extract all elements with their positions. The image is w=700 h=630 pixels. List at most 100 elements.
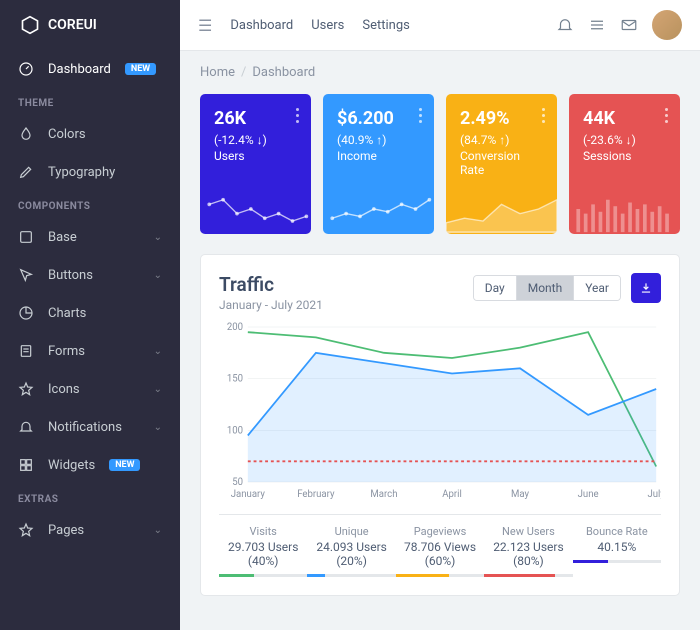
sidebar-item-charts[interactable]: Charts <box>0 294 180 332</box>
sidebar-item-typography[interactable]: Typography <box>0 153 180 191</box>
speedometer-icon <box>18 61 34 77</box>
badge-new: NEW <box>109 459 140 471</box>
card-value: $6.200 <box>337 108 420 129</box>
stat-value: 24.093 Users (20%) <box>307 540 395 568</box>
list-icon[interactable] <box>588 16 606 34</box>
sidebar-item-pages[interactable]: Pages ⌄ <box>0 511 180 549</box>
breadcrumb-current: Dashboard <box>252 65 315 80</box>
sidebar-item-label: Dashboard <box>48 62 111 77</box>
sidebar-item-label: Colors <box>48 127 86 142</box>
stat-item: New Users 22.123 Users (80%) <box>484 525 572 577</box>
card-menu-icon[interactable] <box>296 108 299 123</box>
sidebar-item-base[interactable]: Base ⌄ <box>0 218 180 256</box>
stat-item: Visits 29.703 Users (40%) <box>219 525 307 577</box>
sparkline-bars <box>569 184 680 234</box>
sidebar-item-label: Charts <box>48 306 86 321</box>
sidebar-item-label: Base <box>48 230 77 245</box>
sidebar: COREUI Dashboard NEW THEME Colors Typogr… <box>0 0 180 630</box>
sidebar-section-extras: EXTRAS <box>0 484 180 511</box>
card-delta: (-12.4% ↓) <box>214 133 297 147</box>
sidebar-section-theme: THEME <box>0 88 180 115</box>
badge-new: NEW <box>125 63 156 75</box>
range-day-button[interactable]: Day <box>474 276 516 300</box>
panel-period: January - July 2021 <box>219 298 323 312</box>
card-conversion: 2.49% (84.7% ↑) Conversion Rate <box>446 94 557 234</box>
svg-text:January: January <box>231 489 266 500</box>
sidebar-item-colors[interactable]: Colors <box>0 115 180 153</box>
content: 26K (-12.4% ↓) Users $6.200 (40.9% ↑) In… <box>180 94 700 630</box>
chevron-down-icon: ⌄ <box>154 422 162 433</box>
sidebar-item-forms[interactable]: Forms⌄ <box>0 332 180 370</box>
topnav-users[interactable]: Users <box>311 18 344 33</box>
topnav-settings[interactable]: Settings <box>362 18 409 33</box>
stat-label: Visits <box>219 525 307 538</box>
svg-text:June: June <box>578 489 599 500</box>
sidebar-item-label: Forms <box>48 344 85 359</box>
sidebar-item-label: Widgets <box>48 458 95 473</box>
stat-label: Bounce Rate <box>573 525 661 538</box>
svg-text:100: 100 <box>227 425 243 436</box>
card-delta: (40.9% ↑) <box>337 133 420 147</box>
svg-text:July: July <box>647 489 661 500</box>
sidebar-item-icons[interactable]: Icons⌄ <box>0 370 180 408</box>
card-value: 44K <box>583 108 666 129</box>
svg-text:March: March <box>370 489 397 500</box>
card-sessions: 44K (-23.6% ↓) Sessions <box>569 94 680 234</box>
card-menu-icon[interactable] <box>542 108 545 123</box>
sidebar-item-widgets[interactable]: Widgets NEW <box>0 446 180 484</box>
puzzle-icon <box>18 229 34 245</box>
card-label: Sessions <box>583 149 666 163</box>
range-button-group: Day Month Year <box>473 275 621 301</box>
avatar[interactable] <box>652 10 682 40</box>
breadcrumb-home[interactable]: Home <box>200 65 235 80</box>
sidebar-section-components: COMPONENTS <box>0 191 180 218</box>
sidebar-item-label: Typography <box>48 165 115 180</box>
svg-text:February: February <box>297 489 335 500</box>
card-value: 2.49% <box>460 108 543 129</box>
chevron-down-icon: ⌄ <box>154 232 162 243</box>
range-year-button[interactable]: Year <box>573 276 620 300</box>
star-icon <box>18 522 34 538</box>
traffic-stats: Visits29.703 Users (40%)Unique24.093 Use… <box>219 514 661 577</box>
chevron-down-icon: ⌄ <box>154 525 162 536</box>
sidebar-item-dashboard[interactable]: Dashboard NEW <box>0 50 180 88</box>
bell-icon[interactable] <box>556 16 574 34</box>
breadcrumb: Home/Dashboard <box>180 51 700 94</box>
sidebar-item-notifications[interactable]: Notifications ⌄ <box>0 408 180 446</box>
star-icon <box>18 381 34 397</box>
card-label: Income <box>337 149 420 163</box>
chevron-down-icon: ⌄ <box>154 270 162 281</box>
sidebar-item-buttons[interactable]: Buttons ⌄ <box>0 256 180 294</box>
card-income: $6.200 (40.9% ↑) Income <box>323 94 434 234</box>
stat-label: Pageviews <box>396 525 484 538</box>
menu-toggle-icon[interactable]: ☰ <box>198 16 212 35</box>
stat-value: 29.703 Users (40%) <box>219 540 307 568</box>
stat-value: 78.706 Views (60%) <box>396 540 484 568</box>
card-delta: (84.7% ↑) <box>460 133 543 147</box>
sidebar-item-label: Notifications <box>48 420 122 435</box>
sidebar-item-label: Icons <box>48 382 80 397</box>
svg-text:150: 150 <box>227 374 243 385</box>
card-users: 26K (-12.4% ↓) Users <box>200 94 311 234</box>
stat-value: 22.123 Users (80%) <box>484 540 572 568</box>
chart-icon <box>18 305 34 321</box>
download-button[interactable] <box>631 273 661 303</box>
cursor-icon <box>18 267 34 283</box>
range-month-button[interactable]: Month <box>516 276 573 300</box>
card-menu-icon[interactable] <box>419 108 422 123</box>
topnav-dashboard[interactable]: Dashboard <box>230 18 293 33</box>
stat-label: New Users <box>484 525 572 538</box>
sparkline-area <box>446 184 557 234</box>
brand-logo: COREUI <box>0 0 180 50</box>
stat-cards: 26K (-12.4% ↓) Users $6.200 (40.9% ↑) In… <box>200 94 680 234</box>
sparkline <box>323 184 434 234</box>
sidebar-item-label: Pages <box>48 523 84 538</box>
card-label: Users <box>214 149 297 163</box>
card-menu-icon[interactable] <box>665 108 668 123</box>
envelope-icon[interactable] <box>620 16 638 34</box>
traffic-panel: Traffic January - July 2021 Day Month Ye… <box>200 254 680 596</box>
card-label: Conversion Rate <box>460 149 543 177</box>
drop-icon <box>18 126 34 142</box>
brand-text: COREUI <box>48 17 97 33</box>
sidebar-item-label: Buttons <box>48 268 93 283</box>
